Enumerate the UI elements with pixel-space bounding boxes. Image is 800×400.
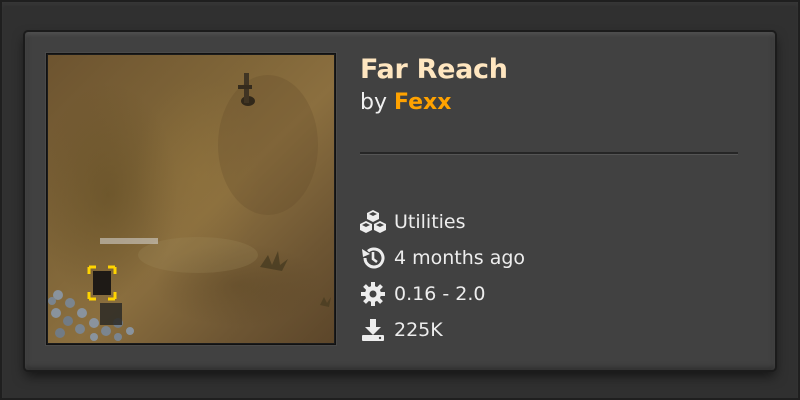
mod-title[interactable]: Far Reach <box>360 54 508 85</box>
versions-row: 0.16 - 2.0 <box>360 279 485 309</box>
updated-row: 4 months ago <box>360 243 525 273</box>
updated-label: 4 months ago <box>394 247 526 269</box>
downloads-label: 225K <box>394 319 443 341</box>
cubes-icon <box>360 209 386 235</box>
history-icon <box>360 245 386 271</box>
thumbnail-scene <box>48 73 331 341</box>
divider <box>360 152 738 154</box>
author-link[interactable]: Fexx <box>394 90 451 115</box>
downloads-row: 225K <box>360 315 443 345</box>
mod-info: Far Reach by Fexx Utilities 4 months ago… <box>360 54 740 354</box>
gear-icon <box>360 281 386 307</box>
category-label: Utilities <box>394 211 466 233</box>
mod-thumbnail-frame <box>46 53 336 345</box>
page-background: Far Reach by Fexx Utilities 4 months ago… <box>0 0 800 400</box>
download-icon <box>360 317 386 343</box>
category-row[interactable]: Utilities <box>360 207 466 237</box>
mod-card[interactable]: Far Reach by Fexx Utilities 4 months ago… <box>25 32 775 370</box>
mod-thumbnail[interactable] <box>48 55 334 343</box>
by-prefix: by <box>360 90 387 115</box>
selected-character <box>87 265 117 301</box>
versions-label: 0.16 - 2.0 <box>394 283 486 305</box>
mod-byline: by Fexx <box>360 90 451 115</box>
